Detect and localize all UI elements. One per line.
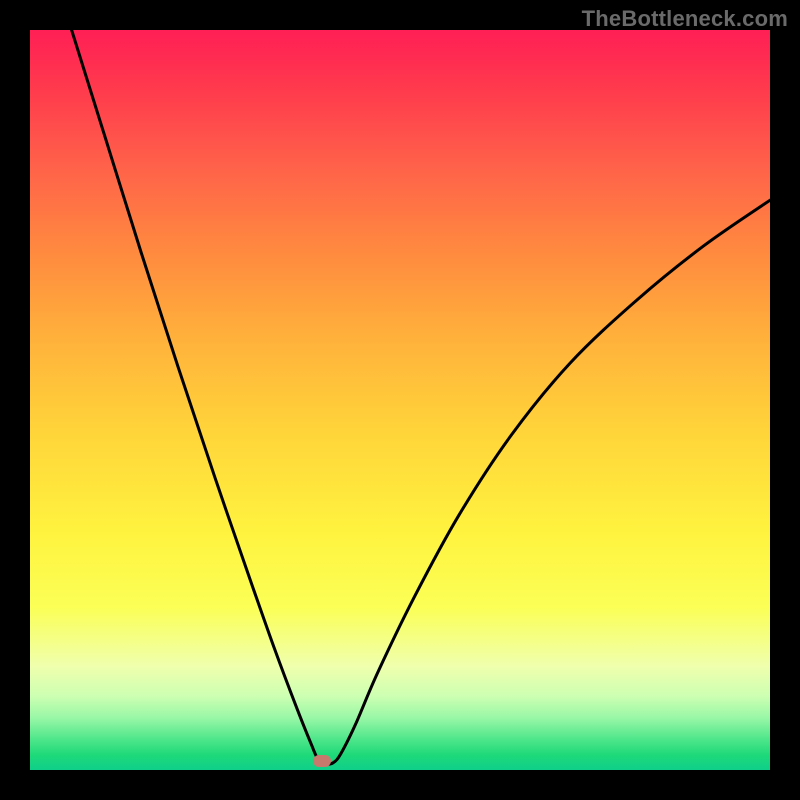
watermark-text: TheBottleneck.com xyxy=(582,6,788,32)
min-marker xyxy=(313,755,331,767)
plot-area xyxy=(30,30,770,770)
chart-container: TheBottleneck.com xyxy=(0,0,800,800)
bottleneck-curve xyxy=(30,30,770,764)
curve-svg xyxy=(30,30,770,770)
